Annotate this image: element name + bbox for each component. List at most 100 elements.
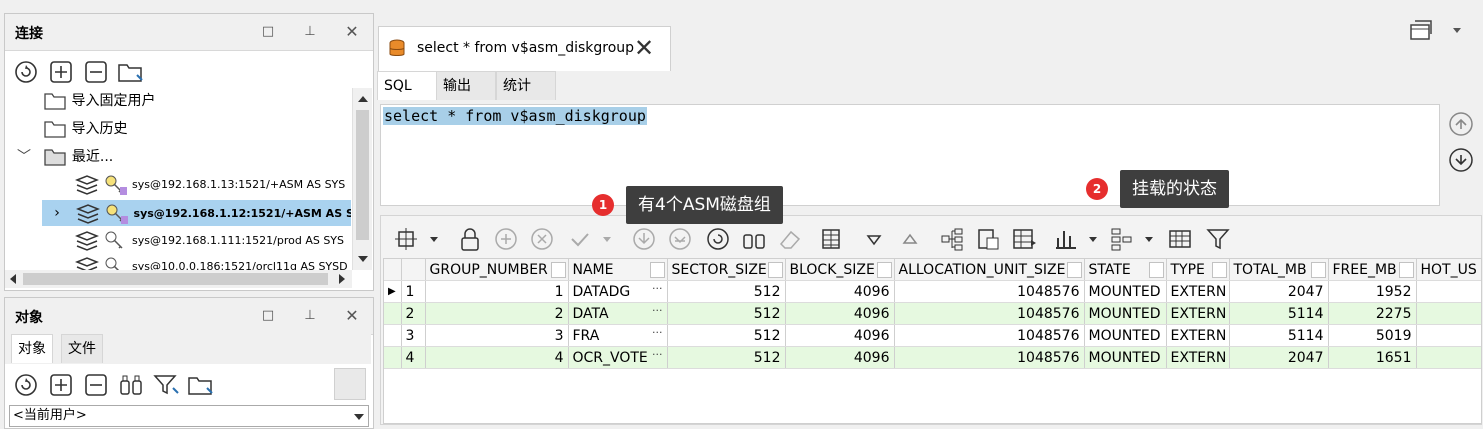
cell-block-size[interactable]: 4096 [785,302,895,325]
cell-free-mb[interactable]: 2275 [1328,302,1417,325]
column-header[interactable]: ALLOCATION_UNIT_SIZE [894,259,1085,281]
cell-block-size[interactable]: 4096 [785,280,895,303]
column-filter-button[interactable] [1148,262,1164,278]
query-tab[interactable]: select * from v$asm_diskgroup ✕ [378,26,671,71]
column-filter-button[interactable] [1310,262,1326,278]
filter-icon[interactable] [153,373,181,397]
chevron-down-icon[interactable] [430,237,438,242]
cell-state[interactable]: MOUNTED [1084,346,1167,369]
cell-state[interactable]: MOUNTED [1084,302,1167,325]
sort-up-icon[interactable] [899,226,921,252]
column-header[interactable]: STATE [1084,259,1167,281]
grid-view-icon[interactable] [819,226,845,252]
tab-objects[interactable]: 对象 [11,334,53,363]
column-filter-button[interactable] [1066,262,1082,278]
tree-item-connection-selected[interactable]: › sys@192.168.1.12:1521/+ASM AS SY [42,200,351,226]
scroll-down-circle-icon[interactable] [1448,147,1474,173]
cell-hot-used[interactable] [1416,346,1481,369]
cell-name[interactable]: DATA ··· [568,302,668,325]
column-header[interactable]: TOTAL_MB [1229,259,1329,281]
column-header[interactable]: HOT_US [1416,259,1481,281]
cell-group-number[interactable]: 1 [425,280,569,303]
sql-editor[interactable]: select * from v$asm_diskgroup [380,104,1440,206]
cell-group-number[interactable]: 3 [425,324,569,347]
cell-name[interactable]: OCR_VOTE ··· [568,346,668,369]
chart-icon[interactable] [1053,226,1079,252]
binoculars-icon[interactable] [741,226,767,252]
ellipsis-icon[interactable]: ··· [652,327,663,338]
ellipsis-icon[interactable]: ··· [652,305,663,316]
restore-icon[interactable]: □ [259,307,277,325]
fetch-next-icon[interactable] [631,226,657,252]
table-row[interactable]: ▶ 1 1 DATADG ··· 512 4096 1048576 MOUNTED… [384,280,1481,303]
chevron-down-icon[interactable] [1145,237,1153,242]
cell-type[interactable]: EXTERN [1166,302,1230,325]
column-filter-button[interactable] [649,262,665,278]
close-icon[interactable]: ✕ [343,23,361,41]
column-header[interactable]: GROUP_NUMBER [425,259,569,281]
pin-icon[interactable]: ⊥ [301,307,319,325]
cell-hot-used[interactable] [1416,324,1481,347]
cell-free-mb[interactable]: 5019 [1328,324,1417,347]
scroll-up-circle-icon[interactable] [1448,111,1474,137]
chevron-down-icon[interactable] [354,414,364,420]
cell-total-mb[interactable]: 5114 [1229,324,1329,347]
column-filter-button[interactable] [767,262,783,278]
column-filter-button[interactable] [1398,262,1414,278]
column-filter-button[interactable] [876,262,892,278]
chevron-down-icon[interactable] [1089,237,1097,242]
chevron-right-icon[interactable]: › [42,200,72,226]
scroll-left-arrow-icon[interactable] [10,274,16,284]
tree-item-recent[interactable]: ﹀ 最近... [17,144,113,170]
add-icon[interactable] [49,373,73,397]
cell-group-number[interactable]: 4 [425,346,569,369]
ellipsis-icon[interactable]: ··· [652,349,663,360]
cell-sector-size[interactable]: 512 [667,346,786,369]
cell-type[interactable]: EXTERN [1166,280,1230,303]
cell-allocation-unit-size[interactable]: 1048576 [894,346,1085,369]
pivot-icon[interactable] [1109,226,1135,252]
scroll-up-arrow-icon[interactable] [358,96,368,102]
column-header[interactable]: BLOCK_SIZE [785,259,895,281]
fetch-all-icon[interactable] [667,226,693,252]
close-tab-icon[interactable]: ✕ [634,34,654,62]
folder-settings-icon[interactable] [187,373,215,397]
binoculars-icon[interactable] [118,373,144,397]
sort-down-icon[interactable] [863,226,885,252]
eraser-icon[interactable] [777,226,803,252]
cell-sector-size[interactable]: 512 [667,302,786,325]
restore-icon[interactable]: □ [259,23,277,41]
form-view-icon[interactable] [1011,226,1039,252]
scroll-thumb[interactable] [23,273,328,285]
tab-statistics[interactable]: 统计 [496,71,556,100]
delete-row-icon[interactable] [529,226,555,252]
cell-type[interactable]: EXTERN [1166,324,1230,347]
cell-total-mb[interactable]: 2047 [1229,346,1329,369]
cell-group-number[interactable]: 2 [425,302,569,325]
filter-icon[interactable] [1205,226,1231,252]
refresh-icon[interactable] [14,373,38,397]
cell-allocation-unit-size[interactable]: 1048576 [894,280,1085,303]
windows-list-icon[interactable] [1408,18,1434,42]
table-row[interactable]: 2 2 DATA ··· 512 4096 1048576 MOUNTED EXT… [384,302,1481,325]
sql-text[interactable]: select * from v$asm_diskgroup [383,107,647,125]
tab-output[interactable]: 输出 [436,71,496,100]
tree-item-connection[interactable]: sys@192.168.1.13:1521/+ASM AS SYS [74,172,345,198]
cell-state[interactable]: MOUNTED [1084,324,1167,347]
cell-block-size[interactable]: 4096 [785,346,895,369]
close-icon[interactable]: ✕ [343,307,361,325]
layout-icon[interactable] [393,226,419,252]
column-header[interactable]: TYPE [1166,259,1230,281]
remove-icon[interactable] [84,60,108,84]
chevron-down-icon[interactable] [1453,28,1461,33]
cell-type[interactable]: EXTERN [1166,346,1230,369]
schema-select[interactable]: <当前用户> [9,405,369,427]
cell-free-mb[interactable]: 1651 [1328,346,1417,369]
tab-files[interactable]: 文件 [61,334,103,363]
cell-hot-used[interactable] [1416,302,1481,325]
tree-horizontal-scrollbar[interactable] [5,270,352,288]
export-icon[interactable] [975,226,1001,252]
cell-sector-size[interactable]: 512 [667,324,786,347]
remove-icon[interactable] [84,373,108,397]
cell-name[interactable]: FRA ··· [568,324,668,347]
